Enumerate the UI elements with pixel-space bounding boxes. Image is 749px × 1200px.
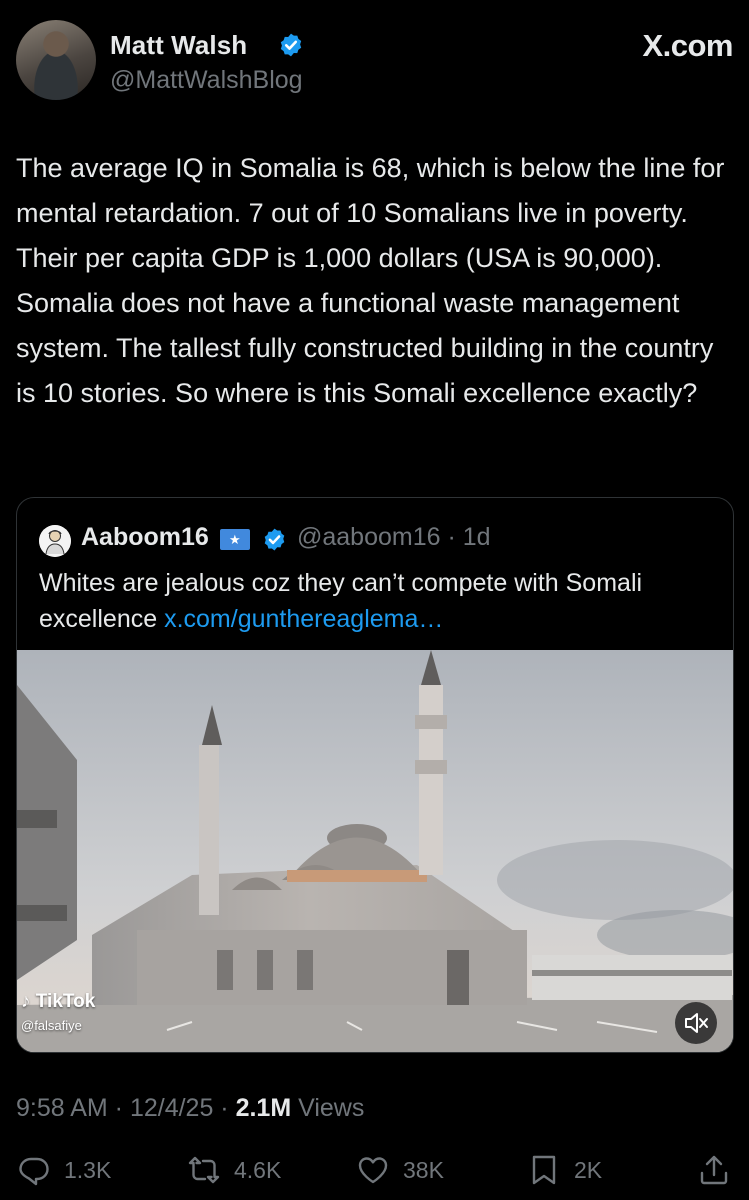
bookmark-count: 2K — [574, 1157, 603, 1183]
views-count: 2.1M — [235, 1094, 292, 1122]
quote-link[interactable]: x.com/gunthereaglema… — [164, 605, 443, 633]
like-count: 38K — [403, 1157, 444, 1183]
author-avatar[interactable] — [16, 20, 96, 100]
tweet-meta: 9:58 AM · 12/4/25 · 2.1M Views — [16, 1094, 364, 1123]
share-button[interactable] — [698, 1148, 732, 1192]
quote-author-name[interactable]: Aaboom16 — [81, 523, 209, 552]
tweet-header: Matt Walsh @MattWalshBlog X.com — [16, 20, 733, 102]
muted-speaker-icon — [685, 1013, 708, 1033]
tiktok-watermark: ♪ TikTok — [21, 991, 95, 1013]
action-bar: 1.3K 4.6K 38K 2K — [0, 1148, 749, 1192]
quote-avatar-illustration — [39, 525, 71, 557]
reply-button[interactable]: 1.3K — [18, 1148, 128, 1192]
author-name[interactable]: Matt Walsh — [110, 30, 247, 61]
author-handle[interactable]: @MattWalshBlog — [110, 66, 303, 95]
quote-handle-time[interactable]: @aaboom16 · 1d — [297, 523, 491, 552]
tiktok-handle: @falsafiye — [21, 1018, 82, 1033]
like-button[interactable]: 38K — [357, 1148, 467, 1192]
quote-text: Whites are jealous coz they can’t compet… — [39, 565, 719, 637]
heart-icon — [358, 1157, 388, 1184]
tiktok-logo-icon: ♪ — [21, 991, 31, 1012]
reply-icon — [19, 1157, 49, 1186]
repost-icon — [188, 1156, 220, 1184]
quote-author-avatar[interactable] — [39, 525, 71, 557]
quote-verified-badge-icon — [264, 528, 285, 551]
reply-count: 1.3K — [64, 1157, 112, 1183]
bookmark-button[interactable]: 2K — [528, 1148, 618, 1192]
tweet-text: The average IQ in Somalia is 68, which i… — [16, 153, 725, 408]
timestamp[interactable]: 9:58 AM · 12/4/25 · — [16, 1094, 236, 1122]
bookmark-icon — [532, 1155, 556, 1185]
mute-button[interactable] — [675, 1002, 717, 1044]
mosque-scene — [17, 650, 733, 1052]
quote-video[interactable]: ♪ TikTok @falsafiye — [17, 650, 733, 1052]
repost-count: 4.6K — [234, 1157, 282, 1183]
repost-button[interactable]: 4.6K — [188, 1148, 298, 1192]
quote-tweet-card[interactable]: Aaboom16 ★ @aaboom16 · 1d Whites are jea… — [16, 497, 734, 1053]
verified-badge-icon — [280, 33, 302, 57]
views-label: Views — [291, 1094, 365, 1122]
tiktok-brand: TikTok — [35, 991, 96, 1012]
x-logo: X.com — [642, 28, 733, 63]
share-icon — [700, 1155, 728, 1185]
somalia-flag-icon: ★ — [220, 529, 250, 550]
